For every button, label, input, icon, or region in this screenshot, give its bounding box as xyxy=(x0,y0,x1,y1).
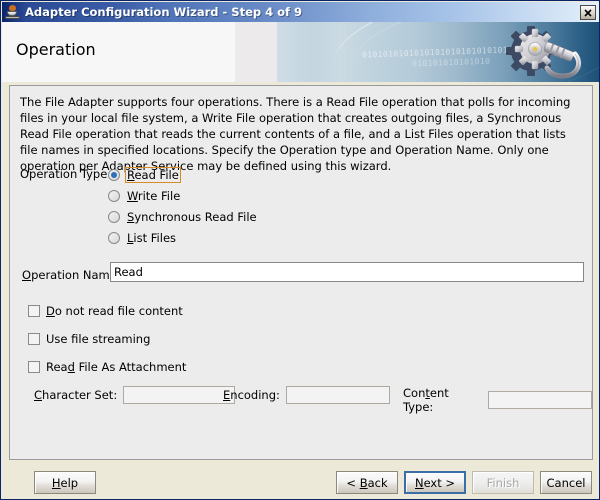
cancel-button[interactable]: Cancel xyxy=(540,471,592,494)
radio-option-read-file[interactable]: Read File xyxy=(108,164,259,185)
window-title: Adapter Configuration Wizard - Step 4 of… xyxy=(25,5,303,19)
operation-name-label: Operation Name: xyxy=(22,268,121,282)
help-button-label: Help xyxy=(51,475,79,490)
content-type-field-row: Content Type: xyxy=(403,386,592,414)
wizard-content-panel: The File Adapter supports four operation… xyxy=(9,85,593,460)
encoding-field-row: Encoding: xyxy=(223,386,390,404)
radio-indicator[interactable] xyxy=(108,210,120,223)
radio-label-write-file: Write File xyxy=(127,188,181,203)
banner-mid-panel xyxy=(235,22,277,82)
checkbox-indicator[interactable] xyxy=(28,333,40,345)
wizard-window: Adapter Configuration Wizard - Step 4 of… xyxy=(0,0,600,500)
checkbox-label-do-not-read-file-content: Do not read file content xyxy=(46,304,183,318)
operation-type-label: Operation Type: xyxy=(20,167,112,181)
next-button[interactable]: Next > xyxy=(404,471,466,494)
operation-name-input[interactable]: Read xyxy=(110,262,584,282)
operation-name-value: Read xyxy=(114,265,143,279)
page-title: Operation xyxy=(16,40,96,59)
java-coffee-cup-icon xyxy=(5,4,21,20)
back-button[interactable]: < Back xyxy=(336,471,398,494)
close-icon[interactable] xyxy=(580,5,596,20)
finish-button-label: Finish xyxy=(486,475,520,490)
radio-label-synchronous-read-file: Synchronous Read File xyxy=(127,209,257,224)
checkbox-use-file-streaming[interactable]: Use file streaming xyxy=(28,332,150,346)
content-type-label: Content Type: xyxy=(403,386,449,414)
character-set-field-row: Character Set: xyxy=(34,386,236,404)
back-button-label: < Back xyxy=(346,475,388,490)
character-set-label: Character Set: xyxy=(34,388,118,402)
encoding-input[interactable] xyxy=(285,386,390,404)
checkbox-label-read-file-as-attachment: Read File As Attachment xyxy=(46,360,187,374)
checkbox-label-use-file-streaming: Use file streaming xyxy=(46,332,151,346)
help-button[interactable]: Help xyxy=(34,471,96,494)
description-text: The File Adapter supports four operation… xyxy=(20,95,571,173)
gear-and-wrench-icon xyxy=(506,26,581,79)
checkbox-read-file-as-attachment[interactable]: Read File As Attachment xyxy=(28,360,186,374)
radio-label-list-files: List Files xyxy=(127,230,177,245)
finish-button: Finish xyxy=(472,471,534,494)
checkbox-indicator[interactable] xyxy=(28,361,40,373)
close-glyph xyxy=(584,8,592,17)
wizard-banner: 0101010101010101010101010101 01010101010… xyxy=(2,22,599,82)
title-bar: Adapter Configuration Wizard - Step 4 of… xyxy=(2,2,599,22)
checkbox-indicator[interactable] xyxy=(28,305,40,317)
radio-option-write-file[interactable]: Write File xyxy=(108,185,259,206)
radio-label-read-file: Read File xyxy=(125,166,181,183)
content-type-input[interactable] xyxy=(488,391,592,409)
next-button-label: Next > xyxy=(414,475,456,490)
radio-option-synchronous-read-file[interactable]: Synchronous Read File xyxy=(108,206,259,227)
character-set-input[interactable] xyxy=(123,386,236,404)
radio-option-list-files[interactable]: List Files xyxy=(108,227,259,248)
radio-indicator[interactable] xyxy=(108,189,120,202)
cancel-button-label: Cancel xyxy=(546,475,586,490)
checkbox-do-not-read-file-content[interactable]: Do not read file content xyxy=(28,304,183,318)
radio-indicator[interactable] xyxy=(108,231,120,244)
operation-type-radio-group: Read File Write File Synchronous Read Fi… xyxy=(108,164,259,248)
radio-indicator[interactable] xyxy=(108,168,120,181)
encoding-label: Encoding: xyxy=(223,388,280,402)
